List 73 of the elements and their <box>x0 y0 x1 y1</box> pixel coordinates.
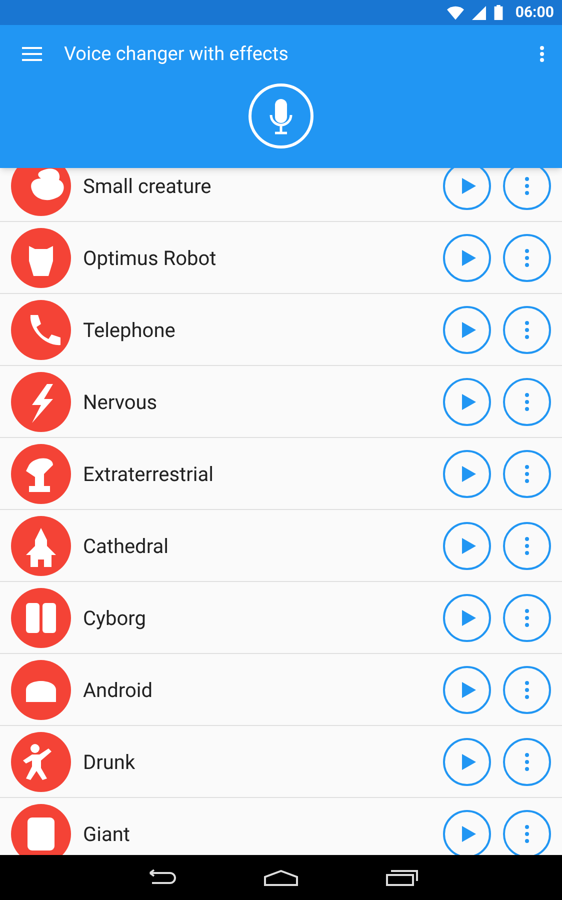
play-icon <box>462 394 476 410</box>
more-button[interactable] <box>503 306 551 354</box>
effect-row[interactable]: Optimus Robot <box>0 222 562 294</box>
wifi-icon <box>447 6 464 20</box>
play-button[interactable] <box>443 522 491 570</box>
battery-icon <box>494 5 504 20</box>
effect-name: Optimus Robot <box>83 244 218 272</box>
app-title: Voice changer with effects <box>64 40 290 67</box>
effect-row[interactable]: Small creature <box>0 168 562 222</box>
more-button[interactable] <box>503 738 551 786</box>
more-icon <box>525 680 529 698</box>
effect-name: Drunk <box>83 748 136 776</box>
home-icon[interactable] <box>264 870 298 886</box>
creature-icon <box>11 168 71 216</box>
microphone-button[interactable] <box>248 83 314 149</box>
dancing-figure-icon <box>11 732 71 792</box>
effect-name: Nervous <box>83 388 158 416</box>
more-options-icon[interactable] <box>540 46 544 62</box>
more-icon <box>525 824 529 842</box>
more-button[interactable] <box>503 522 551 570</box>
play-icon <box>462 754 476 770</box>
play-icon <box>462 826 476 842</box>
alien-icon <box>11 444 71 504</box>
more-icon <box>525 536 529 554</box>
more-icon <box>525 320 529 338</box>
more-icon <box>525 176 529 194</box>
more-icon <box>525 608 529 626</box>
more-button[interactable] <box>503 450 551 498</box>
play-icon <box>462 322 476 338</box>
effect-name: Android <box>83 676 154 704</box>
more-button[interactable] <box>503 234 551 282</box>
effect-row[interactable]: Drunk <box>0 726 562 798</box>
lightning-icon <box>11 372 71 432</box>
effect-row[interactable]: Telephone <box>0 294 562 366</box>
play-icon <box>462 250 476 266</box>
play-icon <box>462 538 476 554</box>
play-button[interactable] <box>443 168 491 210</box>
more-button[interactable] <box>503 168 551 210</box>
phone-icon <box>11 300 71 360</box>
play-icon <box>462 466 476 482</box>
more-button[interactable] <box>503 594 551 642</box>
effect-name: Cyborg <box>83 604 147 632</box>
more-icon <box>525 464 529 482</box>
effect-row[interactable]: Cyborg <box>0 582 562 654</box>
play-icon <box>462 610 476 626</box>
play-button[interactable] <box>443 666 491 714</box>
recent-apps-icon[interactable] <box>386 870 418 886</box>
effect-name: Small creature <box>83 172 212 200</box>
more-button[interactable] <box>503 378 551 426</box>
play-button[interactable] <box>443 306 491 354</box>
effect-row[interactable]: Cathedral <box>0 510 562 582</box>
effect-row[interactable]: Android <box>0 654 562 726</box>
more-icon <box>525 248 529 266</box>
play-button[interactable] <box>443 234 491 282</box>
play-button[interactable] <box>443 378 491 426</box>
more-icon <box>525 392 529 410</box>
effect-name: Giant <box>83 820 131 848</box>
effect-name: Cathedral <box>83 532 170 560</box>
effect-row[interactable]: Extraterrestrial <box>0 438 562 510</box>
clock: 06:00 <box>515 2 554 24</box>
effect-row[interactable]: Nervous <box>0 366 562 438</box>
play-icon <box>462 178 476 194</box>
church-icon <box>11 516 71 576</box>
play-button[interactable] <box>443 738 491 786</box>
play-icon <box>462 682 476 698</box>
play-button[interactable] <box>443 594 491 642</box>
more-icon <box>525 752 529 770</box>
play-button[interactable] <box>443 450 491 498</box>
menu-icon[interactable] <box>22 47 42 61</box>
more-button[interactable] <box>503 666 551 714</box>
signal-icon <box>472 6 486 20</box>
effect-name: Telephone <box>83 316 176 344</box>
effect-name: Extraterrestrial <box>83 460 214 488</box>
